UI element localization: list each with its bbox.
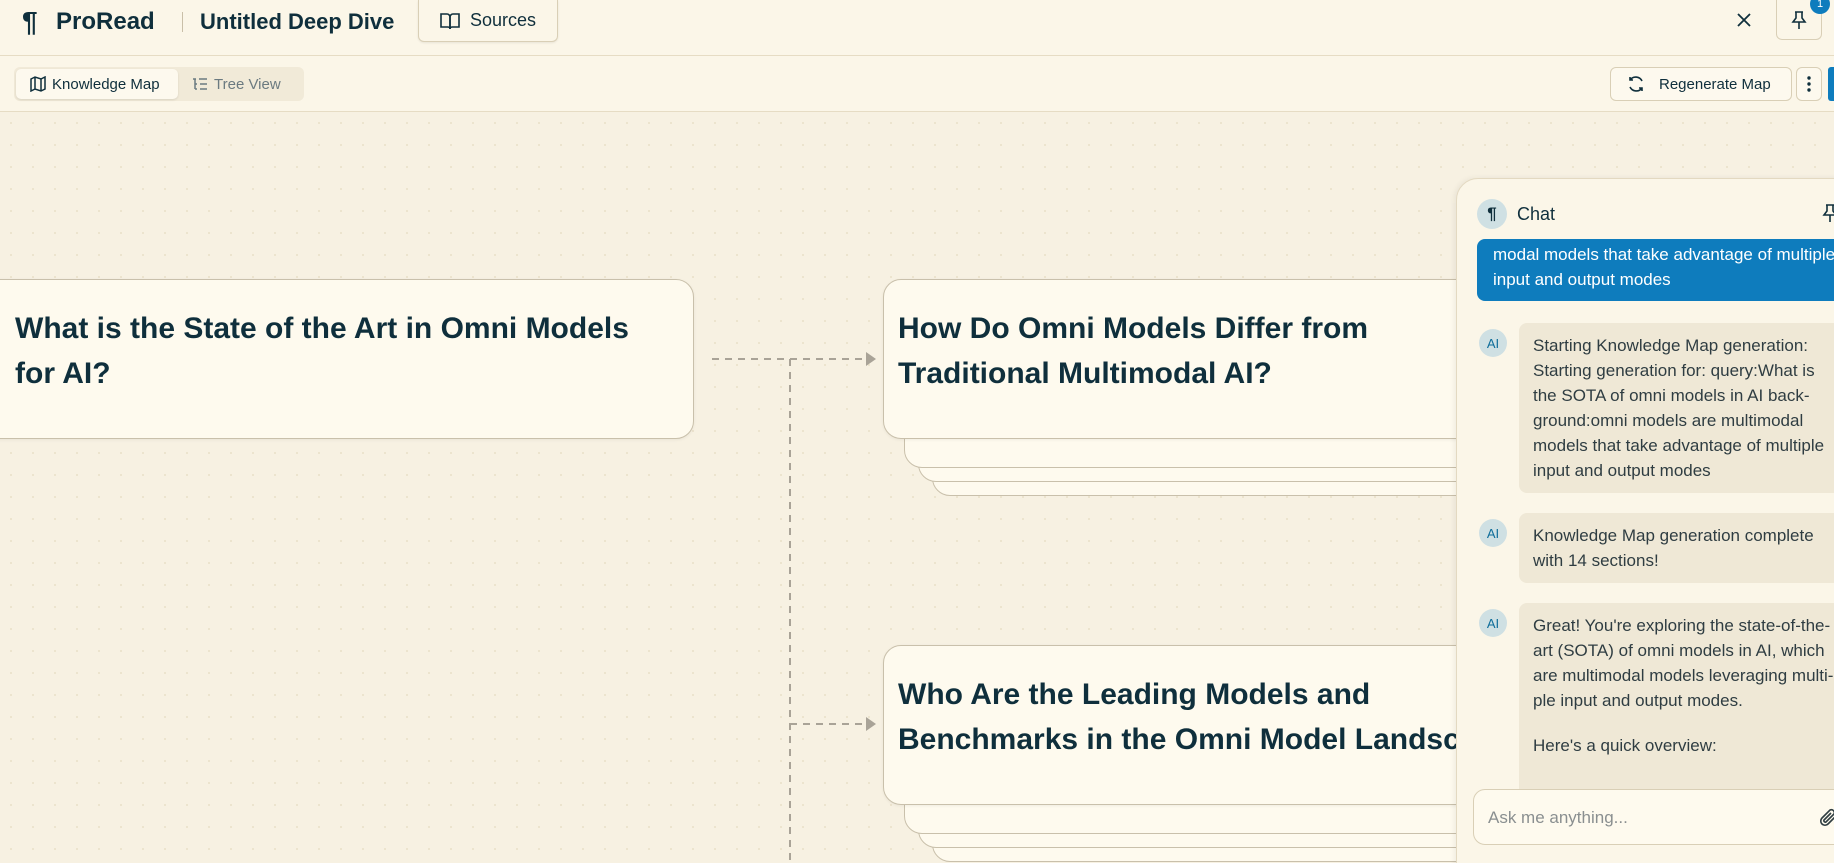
map-node-title: How Do Omni Models Differ from Tradition… <box>898 312 1369 390</box>
map-toolbar: Knowledge Map Tree View Regenerate Map <box>0 56 1834 112</box>
map-node-leading-models[interactable]: Who Are the Leading Models and Benchmark… <box>883 645 1503 805</box>
paperclip-icon <box>1819 808 1834 827</box>
chat-header: ¶ Chat <box>1477 199 1555 229</box>
document-title[interactable]: Untitled Deep Dive <box>200 9 394 35</box>
regenerate-map-label: Regenerate Map <box>1659 75 1771 93</box>
regenerate-map-button[interactable]: Regenerate Map <box>1610 67 1792 101</box>
chat-pin-button[interactable] <box>1821 203 1834 228</box>
app-name: ProRead <box>56 8 155 35</box>
tab-knowledge-map-label: Knowledge Map <box>52 75 160 93</box>
chat-logo: ¶ <box>1477 199 1507 229</box>
notification-badge: 1 <box>1810 0 1830 14</box>
message-line: are multimodal models leveraging multi- <box>1533 666 1834 685</box>
app-logo: ¶ <box>22 6 38 37</box>
side-panel-tab[interactable] <box>1828 67 1834 101</box>
chat-message: AI Knowledge Map generation complete wit… <box>1479 513 1834 583</box>
message-line: Starting Knowledge Map generation: <box>1533 336 1809 355</box>
tab-tree-view-label: Tree View <box>214 75 281 93</box>
message-line: the SOTA of omni models in AI back- <box>1533 386 1810 405</box>
close-button[interactable] <box>1730 6 1758 34</box>
pin-icon <box>1822 204 1834 222</box>
message-line: art (SOTA) of omni models in AI, which <box>1533 641 1825 660</box>
message-line: Knowledge Map generation complete <box>1533 526 1814 545</box>
top-bar: ¶ ProRead Untitled Deep Dive Sources 1 <box>0 0 1834 56</box>
more-options-button[interactable] <box>1796 67 1822 101</box>
title-divider <box>182 12 183 32</box>
close-icon <box>1737 13 1751 27</box>
tab-tree-view[interactable]: Tree View <box>192 69 302 99</box>
book-icon <box>440 12 460 29</box>
message-line: input and output modes <box>1533 461 1711 480</box>
ai-message-bubble: Knowledge Map generation complete with 1… <box>1519 513 1834 583</box>
message-line: Great! You're exploring the state-of-the… <box>1533 616 1831 635</box>
user-message: modal models that take advantage of mult… <box>1477 239 1834 301</box>
tab-knowledge-map[interactable]: Knowledge Map <box>16 69 178 99</box>
chat-title: Chat <box>1517 203 1556 224</box>
tree-list-icon <box>193 78 207 90</box>
map-node-title: What is the State of the Art in Omni Mod… <box>15 312 629 390</box>
refresh-icon <box>1629 76 1643 92</box>
message-line: Starting generation for: query:What is <box>1533 361 1815 380</box>
map-node-omni-vs-multimodal[interactable]: How Do Omni Models Differ from Tradition… <box>883 279 1503 439</box>
message-line: Here's a quick overview: <box>1533 736 1717 755</box>
ai-message-bubble: Starting Knowledge Map generation: Start… <box>1519 323 1834 493</box>
chat-panel: ¶ Chat modal models that take advantage … <box>1456 178 1834 863</box>
chat-input-box <box>1473 789 1834 845</box>
map-icon <box>30 76 46 92</box>
sources-label: Sources <box>469 10 537 30</box>
message-line: ground:omni models are multimodal <box>1533 411 1804 430</box>
pin-icon <box>1791 10 1807 29</box>
ai-avatar: AI <box>1479 519 1507 547</box>
sources-button[interactable]: Sources <box>418 0 558 42</box>
ai-avatar: AI <box>1479 329 1507 357</box>
view-toggle: Knowledge Map Tree View <box>14 67 304 101</box>
attach-button[interactable] <box>1818 807 1834 834</box>
map-node-root[interactable]: What is the State of the Art in Omni Mod… <box>0 279 694 439</box>
chat-input[interactable] <box>1488 804 1788 832</box>
more-vertical-icon <box>1807 76 1811 92</box>
message-line: models that take advantage of multiple <box>1533 436 1825 455</box>
map-node-title: Who Are the Leading Models and Benchmark… <box>898 678 1503 756</box>
message-line: ple input and output modes. <box>1533 691 1743 710</box>
message-line: with 14 sections! <box>1533 551 1659 570</box>
ai-avatar: AI <box>1479 609 1507 637</box>
chat-message: AI Starting Knowledge Map generation: St… <box>1479 323 1834 493</box>
